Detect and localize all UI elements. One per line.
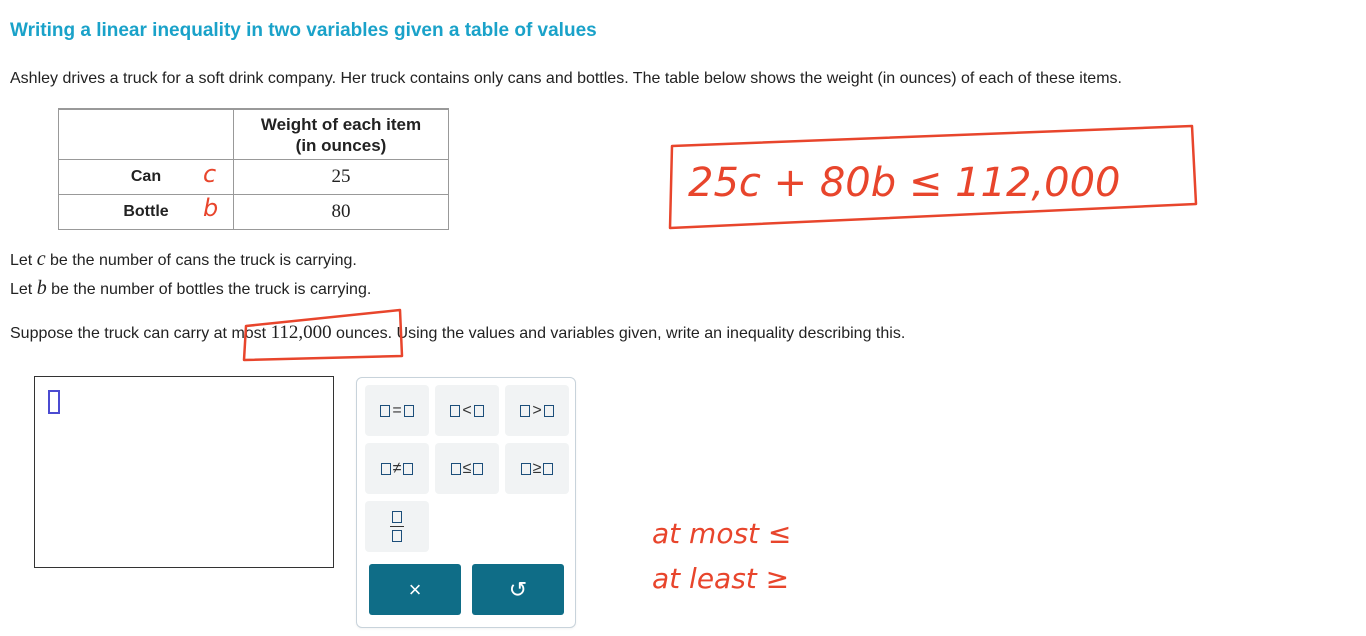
handwritten-annotations: 25c + 80b ≤ 112,000 at most ≤ at least ≥ xyxy=(242,124,1198,595)
handwritten-at-least: at least ≥ xyxy=(652,562,789,595)
handwritten-at-most: at most ≤ xyxy=(652,517,791,550)
highlight-box xyxy=(242,308,404,362)
handwritten-c-label: c xyxy=(203,160,217,188)
handwritten-b-label: b xyxy=(203,194,219,222)
handwritten-inequality: 25c + 80b ≤ 112,000 xyxy=(688,160,1120,206)
